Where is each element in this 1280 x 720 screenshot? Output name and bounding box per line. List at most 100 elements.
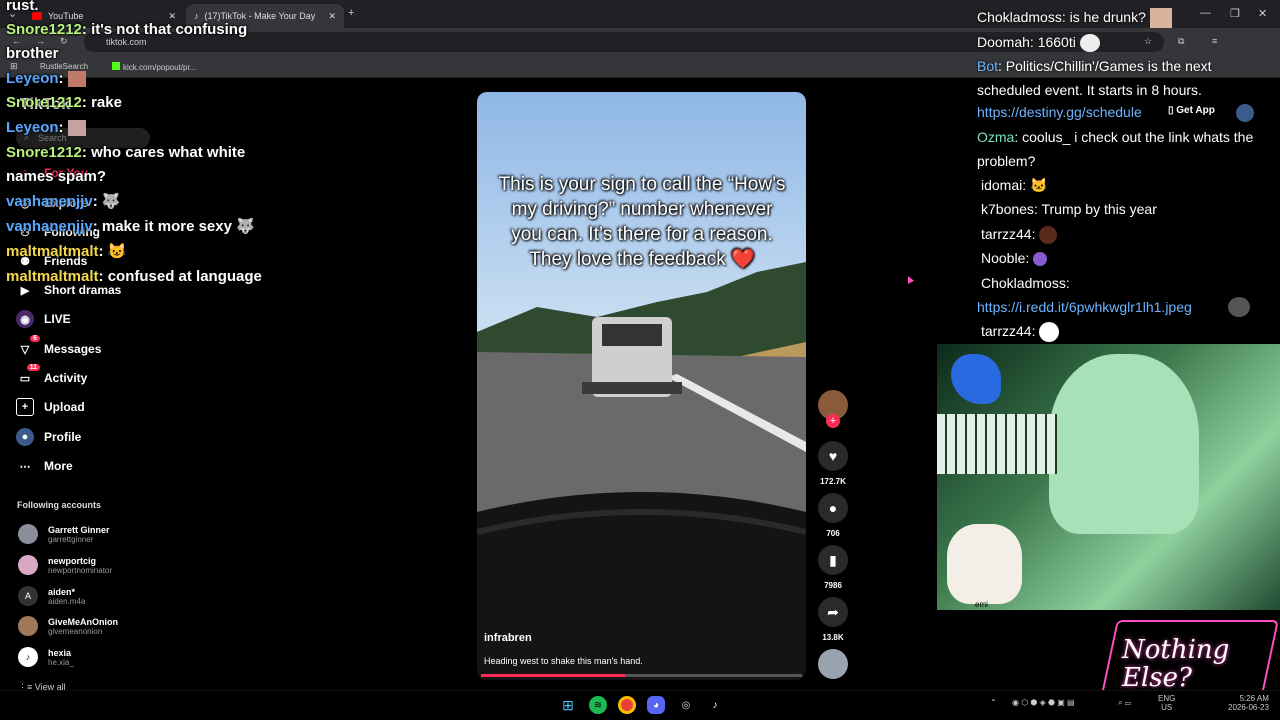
- account-row[interactable]: ♪ hexia he.xia_: [18, 647, 74, 667]
- chat-message: Ozma: coolus_ i check out the link whats…: [977, 129, 1254, 169]
- comment-icon: ●: [828, 500, 838, 516]
- emote-icon: [67, 120, 86, 137]
- sticker-icon: [951, 354, 1001, 404]
- follow-plus-icon[interactable]: +: [826, 414, 840, 428]
- avatar: A: [18, 586, 38, 606]
- chrome-icon[interactable]: [618, 696, 636, 714]
- tray-network-icon[interactable]: ⌕ ▭: [1118, 698, 1131, 708]
- mascot-icon: [947, 524, 1022, 604]
- avatar: ♪: [18, 647, 38, 667]
- close-icon[interactable]: ✕: [328, 11, 336, 22]
- heart-icon: ♥: [828, 448, 838, 464]
- activity-icon: ▭ 11: [16, 364, 40, 387]
- cursor-icon: [908, 276, 914, 284]
- more-icon: ⋯: [19, 460, 31, 473]
- profile-icon: ●: [16, 428, 34, 446]
- emote-icon: 😺: [107, 243, 127, 260]
- upload-icon: +: [16, 398, 34, 416]
- windows-start-icon[interactable]: ⊞: [559, 696, 577, 714]
- emote-icon: [1228, 297, 1250, 317]
- chat-message: Doomah: 1660ti: [977, 30, 1277, 54]
- sidebar-item-live[interactable]: ◉ LIVE: [16, 310, 71, 328]
- chat-message: maltmaltmalt: confused at language: [6, 268, 262, 285]
- person-silhouette: [1049, 354, 1199, 534]
- chat-message: k7bones: Trump by this year: [981, 201, 1157, 217]
- keyboard-icon: [937, 414, 1057, 474]
- sidebar-item-messages[interactable]: ▽ 6 Messages: [16, 335, 101, 358]
- tray-chevron-icon[interactable]: ⌃: [990, 698, 997, 707]
- sidebar-item-upload[interactable]: + Upload: [16, 398, 85, 416]
- screen: YouTube ✕ ♪ (17)TikTok - Make Your Day ✕…: [0, 0, 1280, 720]
- emote-icon: [1149, 8, 1172, 29]
- sidebar-item-profile[interactable]: ● Profile: [16, 428, 81, 446]
- chat-link[interactable]: https://destiny.gg/schedule: [977, 100, 1167, 124]
- sidebar-item-activity[interactable]: ▭ 11 Activity: [16, 364, 87, 387]
- chat-message: Chokladmoss: is he drunk?: [977, 5, 1277, 29]
- taskbar: [0, 690, 1280, 720]
- emote-icon: 🐺: [101, 193, 121, 210]
- activity-badge: 11: [26, 364, 40, 371]
- chat-message: vanhanenjjv: 🐺: [6, 193, 121, 210]
- video-caption: This is your sign to call the “How’s my …: [498, 174, 786, 270]
- video-author[interactable]: infrabren: [484, 632, 532, 644]
- emote-icon: [1039, 226, 1058, 245]
- emote-icon: 🐱: [1030, 177, 1048, 193]
- comment-button[interactable]: ●: [818, 493, 848, 523]
- chat-message: idomai: 🐱: [981, 177, 1048, 193]
- chat-message: Chokladmoss:: [981, 275, 1070, 291]
- share-count: 13.8K: [822, 633, 844, 642]
- chat-message: tarrzz44:: [981, 222, 1280, 246]
- profile-avatar[interactable]: [1236, 104, 1254, 122]
- spotify-icon[interactable]: ≋: [589, 696, 607, 714]
- chat-message: tarrzz44:: [981, 319, 1280, 343]
- progress-fill: [481, 674, 626, 677]
- get-app-button[interactable]: ▯ Get App: [1168, 105, 1215, 116]
- comment-count: 706: [826, 529, 840, 538]
- share-icon: ➦: [827, 603, 839, 620]
- chat-message: Bot: Politics/Chillin'/Games is the next…: [977, 58, 1212, 98]
- language-indicator[interactable]: ENG US: [1158, 694, 1175, 712]
- music-disc-icon[interactable]: [818, 649, 848, 679]
- chat-message: Leyeon:: [6, 67, 86, 91]
- account-row[interactable]: Garrett Ginner garrettginner: [18, 524, 110, 544]
- bookmark-icon: ▮: [829, 551, 837, 568]
- account-row[interactable]: GiveMeAnOnion givemeanonion: [18, 616, 118, 636]
- following-heading: Following accounts: [17, 500, 102, 510]
- video-description: Heading west to shake this man's hand.: [484, 656, 643, 666]
- sidebar-item-more[interactable]: ⋯ More: [16, 457, 73, 475]
- save-count: 7986: [824, 581, 842, 590]
- avatar: [18, 524, 38, 544]
- tray-apps-icon[interactable]: ◉ ⬡ ⬢ ◈ ⬣ ▣ ▤: [1012, 698, 1075, 707]
- chat-message: vanhanenjjv: make it more sexy 🐺: [6, 218, 255, 235]
- save-button[interactable]: ▮: [818, 545, 848, 575]
- overlay-logo-text: Nothing Else?: [1122, 635, 1230, 693]
- emote-icon: 🐺: [236, 218, 255, 235]
- like-count: 172.7K: [820, 477, 846, 486]
- chat-message: maltmaltmalt: 😺: [6, 243, 127, 260]
- like-button[interactable]: ♥: [818, 441, 848, 471]
- progress-track[interactable]: [481, 674, 802, 677]
- account-row[interactable]: newportcig newportnominator: [18, 555, 112, 575]
- account-row[interactable]: A aiden* aiden.m4a: [18, 586, 85, 606]
- emote-icon: [1033, 252, 1048, 267]
- chat-link[interactable]: https://i.redd.it/6pwhkwglr1lh1.jpeg: [977, 295, 1222, 319]
- chat-message: Leyeon:: [6, 116, 86, 140]
- video-player[interactable]: This is your sign to call the “How’s my …: [477, 92, 806, 680]
- chat-message: Snore1212: who cares what white names sp…: [6, 144, 246, 185]
- emote-icon: [1079, 34, 1100, 53]
- avatar: [18, 555, 38, 575]
- live-icon: ◉: [16, 310, 34, 328]
- tiktok-app-icon[interactable]: ♪: [706, 696, 724, 714]
- cam-label: emi: [975, 600, 988, 609]
- clock[interactable]: 5:26 AM 2026-06-23: [1228, 694, 1269, 712]
- messages-badge: 6: [30, 335, 40, 342]
- share-button[interactable]: ➦: [818, 597, 848, 627]
- chat-message: Snore1212: rake: [6, 94, 122, 111]
- obs-icon[interactable]: ◎: [677, 696, 695, 714]
- chat-message: Snore1212: it's not that confusing broth…: [6, 21, 248, 62]
- chat-message: rust.: [6, 0, 39, 14]
- new-tab-button[interactable]: +: [348, 7, 354, 19]
- webcam-feed: emi: [937, 344, 1280, 610]
- messages-icon: ▽ 6: [16, 335, 40, 358]
- discord-icon[interactable]: ◕: [647, 696, 665, 714]
